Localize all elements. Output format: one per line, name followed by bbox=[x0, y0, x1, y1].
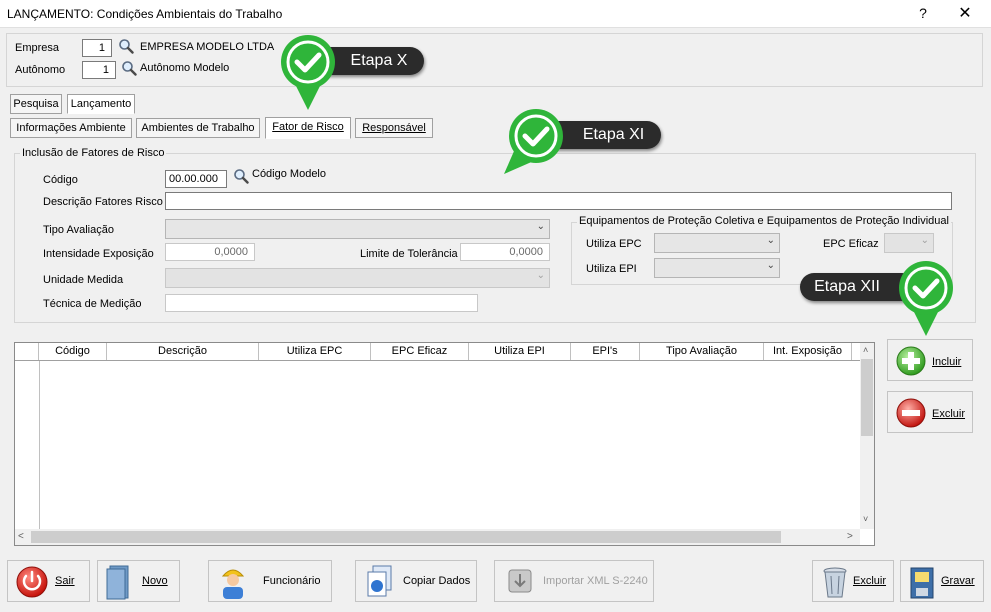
table-header-cell[interactable]: EPI's bbox=[571, 343, 640, 360]
table-header-indicator bbox=[15, 343, 39, 360]
check-badge-icon bbox=[281, 35, 335, 110]
tab-fator-risco[interactable]: Fator de Risco bbox=[265, 117, 351, 139]
intensidade-label: Intensidade Exposição bbox=[43, 248, 154, 260]
vertical-scrollbar[interactable]: ˄ ˅ bbox=[860, 343, 874, 529]
excluir-button[interactable]: Excluir bbox=[812, 560, 894, 602]
sair-label: Sair bbox=[55, 575, 75, 587]
excluir-row-button[interactable]: Excluir bbox=[887, 391, 973, 433]
scrollbar-thumb[interactable] bbox=[861, 359, 873, 436]
chevron-up-icon[interactable]: ˄ bbox=[863, 345, 868, 355]
unidade-select[interactable]: ⌄ bbox=[165, 268, 550, 288]
table-header-cell[interactable]: Tipo Avaliação bbox=[640, 343, 764, 360]
tab-lancamento[interactable]: Lançamento bbox=[67, 94, 135, 114]
epc-eficaz-select[interactable]: ⌄ bbox=[884, 233, 934, 253]
limite-input[interactable]: 0,0000 bbox=[460, 243, 550, 261]
incluir-button[interactable]: Incluir bbox=[887, 339, 973, 381]
copiar-dados-button[interactable]: Copiar Dados bbox=[355, 560, 477, 602]
search-icon[interactable] bbox=[121, 60, 137, 76]
chevron-down-icon: ⌄ bbox=[536, 270, 545, 281]
autonomo-label: Autônomo bbox=[15, 64, 66, 76]
copiar-dados-label: Copiar Dados bbox=[403, 575, 471, 587]
check-badge-icon bbox=[899, 261, 953, 336]
help-button[interactable]: ? bbox=[916, 5, 930, 21]
gravar-label: Gravar bbox=[941, 575, 975, 587]
autonomo-name: Autônomo Modelo bbox=[140, 62, 230, 74]
importar-xml-button[interactable]: Importar XML S-2240 bbox=[494, 560, 654, 602]
empresa-input[interactable]: 1 bbox=[82, 39, 112, 57]
gravar-button[interactable]: Gravar bbox=[900, 560, 984, 602]
table-header-cell[interactable]: EPC Eficaz bbox=[371, 343, 469, 360]
incluir-label: Incluir bbox=[932, 356, 962, 368]
intensidade-input[interactable]: 0,0000 bbox=[165, 243, 255, 261]
save-icon bbox=[910, 567, 934, 599]
novo-label: Novo bbox=[142, 575, 168, 587]
copy-icon bbox=[367, 565, 392, 597]
funcionario-button[interactable]: Funcionário bbox=[208, 560, 332, 602]
worker-icon bbox=[221, 569, 245, 599]
utiliza-epc-label: Utiliza EPC bbox=[586, 238, 642, 250]
autonomo-input[interactable]: 1 bbox=[82, 61, 116, 79]
tecnica-label: Técnica de Medição bbox=[43, 298, 142, 310]
epc-legend: Equipamentos de Proteção Coletiva e Equi… bbox=[577, 215, 951, 227]
tipo-avaliacao-label: Tipo Avaliação bbox=[43, 224, 114, 236]
trash-icon bbox=[823, 567, 847, 598]
chevron-down-icon: ⌄ bbox=[920, 235, 929, 246]
tecnica-input[interactable] bbox=[165, 294, 478, 312]
descricao-input[interactable] bbox=[165, 192, 952, 210]
minus-icon bbox=[896, 398, 926, 428]
power-icon bbox=[16, 566, 48, 598]
chevron-right-icon[interactable]: ˃ bbox=[847, 531, 853, 542]
table-header-cell[interactable]: Int. Exposição bbox=[764, 343, 852, 360]
descricao-label: Descrição Fatores Risco bbox=[43, 196, 163, 208]
empresa-label: Empresa bbox=[15, 42, 60, 54]
utiliza-epc-select[interactable]: ⌄ bbox=[654, 233, 780, 253]
unidade-label: Unidade Medida bbox=[43, 274, 124, 286]
horizontal-scrollbar[interactable]: ˂ ˃ bbox=[15, 529, 860, 545]
chevron-down-icon: ⌄ bbox=[766, 235, 775, 246]
table-header-cell[interactable]: Descrição bbox=[107, 343, 259, 360]
codigo-label: Código bbox=[43, 174, 78, 186]
chevron-down-icon[interactable]: ˅ bbox=[863, 514, 868, 524]
scrollbar-thumb[interactable] bbox=[31, 531, 781, 543]
tab-responsavel[interactable]: Responsável bbox=[355, 118, 433, 138]
close-button[interactable]: ✕ bbox=[955, 3, 975, 23]
tab-ambientes-trabalho[interactable]: Ambientes de Trabalho bbox=[136, 118, 260, 138]
new-document-icon bbox=[106, 565, 129, 600]
import-icon bbox=[508, 569, 532, 593]
window-title: LANÇAMENTO: Condições Ambientais do Trab… bbox=[7, 7, 283, 21]
excluir-label: Excluir bbox=[932, 408, 966, 420]
chevron-down-icon: ⌄ bbox=[536, 221, 545, 232]
check-badge-icon bbox=[504, 109, 563, 174]
table-header-cell[interactable]: Utiliza EPC bbox=[259, 343, 371, 360]
novo-button[interactable]: Novo bbox=[97, 560, 180, 602]
chevron-down-icon: ⌄ bbox=[766, 260, 775, 271]
limite-label: Limite de Tolerância bbox=[360, 248, 458, 260]
tipo-avaliacao-select[interactable]: ⌄ bbox=[165, 219, 550, 239]
plus-icon bbox=[896, 346, 926, 376]
utiliza-epi-label: Utiliza EPI bbox=[586, 263, 637, 275]
risk-factor-table[interactable]: Código Descrição Utiliza EPC EPC Eficaz … bbox=[14, 342, 875, 546]
empresa-name: EMPRESA MODELO LTDA bbox=[140, 41, 275, 53]
importar-xml-label: Importar XML S-2240 bbox=[543, 575, 648, 587]
excluir-bottom-label: Excluir bbox=[853, 575, 887, 587]
table-header: Código Descrição Utiliza EPC EPC Eficaz … bbox=[15, 343, 860, 361]
title-bar: LANÇAMENTO: Condições Ambientais do Trab… bbox=[0, 0, 991, 28]
table-header-cell[interactable]: Utiliza EPI bbox=[469, 343, 571, 360]
codigo-name: Código Modelo bbox=[252, 168, 326, 180]
inclusao-legend: Inclusão de Fatores de Risco bbox=[20, 147, 167, 159]
search-icon[interactable] bbox=[118, 38, 134, 54]
codigo-input[interactable]: 00.00.000 bbox=[165, 170, 227, 188]
table-header-cell[interactable]: Código bbox=[39, 343, 107, 360]
epc-eficaz-label: EPC Eficaz bbox=[823, 238, 879, 250]
sair-button[interactable]: Sair bbox=[7, 560, 90, 602]
row-indicator-divider bbox=[39, 361, 40, 529]
utiliza-epi-select[interactable]: ⌄ bbox=[654, 258, 780, 278]
chevron-left-icon[interactable]: ˂ bbox=[18, 531, 24, 542]
tab-informacoes-ambiente[interactable]: Informações Ambiente bbox=[10, 118, 132, 138]
search-icon[interactable] bbox=[233, 168, 249, 184]
tab-pesquisa[interactable]: Pesquisa bbox=[10, 94, 62, 114]
funcionario-label: Funcionário bbox=[263, 575, 321, 587]
